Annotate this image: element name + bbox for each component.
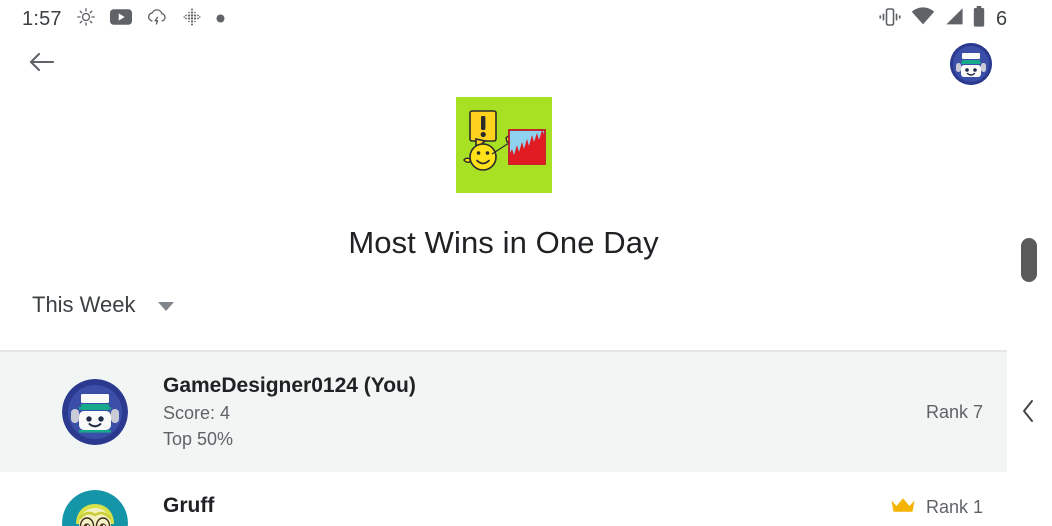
app-screen: 1:57 Most Wins in One Day This Week Game… xyxy=(0,0,1052,526)
status-bar-left: 1:57 xyxy=(22,7,225,32)
scrollbar-thumb[interactable] xyxy=(1021,238,1037,282)
profile-avatar[interactable] xyxy=(950,43,992,85)
rank-group: Rank 1 xyxy=(890,496,983,519)
battery-icon xyxy=(973,6,985,32)
vibrate-icon xyxy=(878,7,902,32)
hero-section: Most Wins in One Day xyxy=(0,90,1007,261)
timeframe-filter-label: This Week xyxy=(32,292,136,317)
rank-group: Rank 7 xyxy=(926,402,983,423)
chevron-left-icon[interactable] xyxy=(1019,398,1039,429)
table-row[interactable]: GameDesigner0124 (You) Score: 4 Top 50% … xyxy=(0,352,1007,472)
rank-label: Rank 7 xyxy=(925,401,983,422)
chevron-down-icon xyxy=(157,302,174,311)
youtube-icon xyxy=(109,8,132,30)
cloud-lightning-icon xyxy=(146,7,168,32)
rank-label: Rank 1 xyxy=(925,497,983,517)
table-row[interactable]: Gruff Rank 1 xyxy=(0,472,1007,526)
timeframe-filter[interactable]: This Week xyxy=(32,292,174,318)
brightness-icon xyxy=(76,7,96,32)
signal-icon xyxy=(944,7,964,31)
leaderboard-list: GameDesigner0124 (You) Score: 4 Top 50% … xyxy=(0,350,1007,526)
game-achievement-icon xyxy=(455,97,552,193)
player-name: Gruff xyxy=(163,494,215,517)
right-rail xyxy=(1007,0,1052,526)
avatar xyxy=(62,490,128,526)
back-button[interactable] xyxy=(20,42,64,86)
dot-icon xyxy=(216,10,225,28)
player-percentile: Top 50% xyxy=(163,429,234,450)
player-score: Score: 4 xyxy=(163,403,231,424)
wifi-icon xyxy=(911,7,935,31)
dot-matrix-icon xyxy=(182,7,202,32)
page-title: Most Wins in One Day xyxy=(348,225,659,260)
status-clock: 1:57 xyxy=(22,7,62,30)
status-bar: 1:57 xyxy=(0,0,1052,38)
avatar xyxy=(62,379,128,445)
crown-icon xyxy=(890,496,916,519)
app-bar xyxy=(0,38,1052,90)
arrow-back-icon xyxy=(28,50,56,79)
row-details: GameDesigner0124 (You) Score: 4 Top 50% xyxy=(163,372,926,453)
row-details: Gruff xyxy=(163,492,890,520)
player-name: GameDesigner0124 (You) xyxy=(163,373,416,397)
